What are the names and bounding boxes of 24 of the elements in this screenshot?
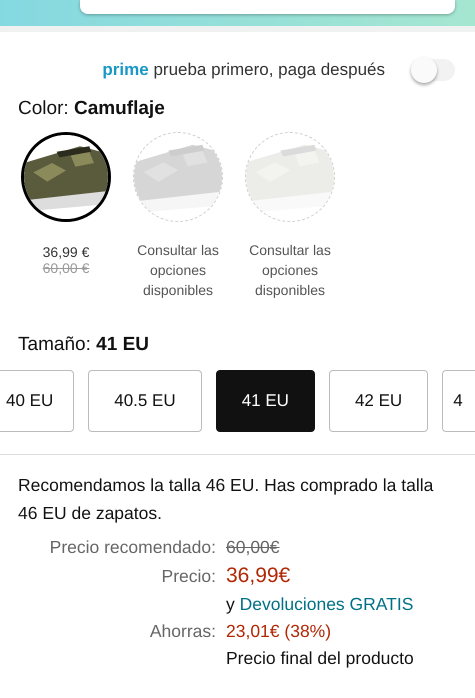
size-button[interactable]: 40 EU (0, 370, 74, 432)
returns-link[interactable]: Devoluciones GRATIS (240, 594, 414, 614)
swatch-list-price: 60,00 € (42, 260, 90, 276)
color-label: Color: Camuflaje (17, 98, 166, 120)
returns-text: y Devoluciones GRATIS (226, 594, 414, 615)
size-button[interactable]: 41 EU (216, 370, 315, 432)
price-note: Precio final del producto (226, 648, 415, 669)
price-label: Precio recomendado: (48, 537, 216, 558)
size-button[interactable]: 42 EU (328, 370, 428, 432)
search-field[interactable] (80, 0, 455, 14)
price-value: 36,99€ (226, 564, 292, 588)
price-label: Precio: (160, 566, 216, 587)
toggle-switch[interactable] (413, 59, 455, 81)
prime-offer-text: prime prueba primero, paga después (102, 60, 385, 80)
size-recommendation: Recomendamos la talla 46 EU. Has comprado la talla 46 EU de zapatos. (17, 474, 434, 525)
size-label: Tamaño: 41 EU (17, 334, 150, 356)
price-value: 60,00€ (226, 537, 281, 558)
price-label: Ahorras: (148, 621, 216, 642)
swatch-note: Consultar las opciones disponibles (248, 241, 332, 300)
swatch-note: Consultar las opciones disponibles (136, 241, 220, 300)
size-button[interactable]: 40.5 EU (88, 370, 202, 432)
swatch-price: 36,99 € (42, 244, 90, 260)
price-value: 23,01€ (38%) (226, 621, 332, 642)
size-button[interactable]: 4 (442, 370, 475, 432)
